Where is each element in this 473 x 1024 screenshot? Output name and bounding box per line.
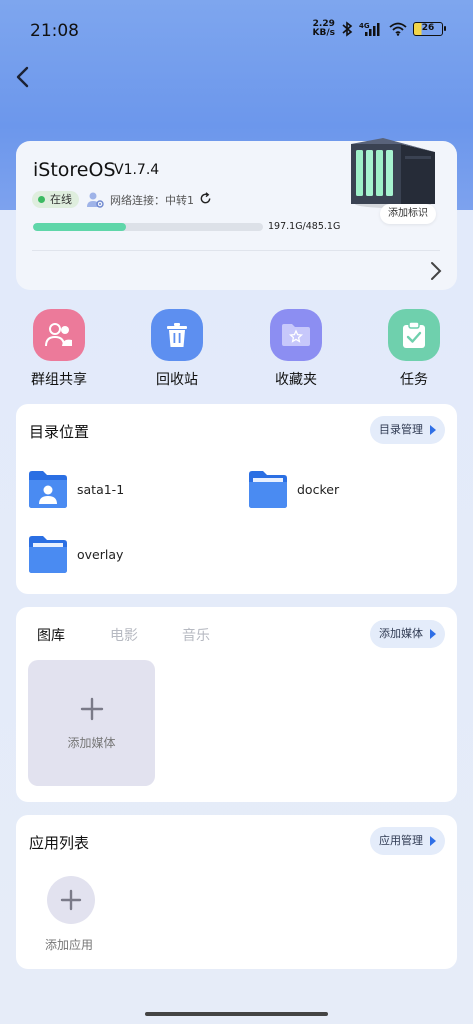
apps-title: 应用列表 — [29, 834, 90, 852]
trash-icon — [151, 309, 203, 361]
tab-gallery[interactable]: 图库 — [37, 625, 65, 645]
add-tag-button[interactable]: 添加标识 — [380, 204, 436, 224]
task-clipboard-icon — [388, 309, 440, 361]
quick-action-group-share[interactable]: 群组共享 — [19, 309, 99, 389]
quick-action-label: 任务 — [400, 372, 428, 388]
apps-section: 应用列表 应用管理 添加应用 — [16, 815, 457, 969]
home-indicator[interactable] — [145, 1012, 328, 1016]
quick-action-label: 回收站 — [156, 372, 198, 388]
directory-title: 目录位置 — [29, 423, 90, 441]
triangle-right-icon — [430, 836, 436, 846]
directory-label: docker — [297, 481, 340, 497]
add-app-button[interactable] — [47, 876, 95, 924]
plus-icon — [60, 889, 82, 911]
group-share-icon — [33, 309, 85, 361]
status-icons: 2.29 KB/s 4G 26 — [313, 20, 446, 38]
folder-icon — [249, 471, 287, 508]
triangle-right-icon — [430, 629, 436, 639]
directory-label: overlay — [77, 546, 124, 562]
device-name: iStoreOS — [33, 159, 116, 181]
directory-manage-button[interactable]: 目录管理 — [370, 416, 445, 444]
user-folder-icon — [29, 471, 67, 508]
directory-item-sata1-1[interactable]: sata1-1 — [28, 469, 124, 509]
net-speed: 2.29 KB/s — [313, 20, 335, 38]
quick-action-favorites[interactable]: 收藏夹 — [256, 309, 336, 389]
net-speed-unit: KB/s — [312, 28, 335, 38]
add-media-button-label: 添加媒体 — [379, 627, 423, 640]
storage-progress-bar — [33, 223, 263, 231]
favorites-folder-icon — [270, 309, 322, 361]
chevron-right-icon[interactable] — [429, 260, 443, 282]
network-connection-text: 网络连接：中转1 — [110, 194, 194, 207]
signal-icon: 4G — [359, 22, 380, 36]
storage-usage-text: 197.1G/485.1G — [268, 221, 341, 232]
quick-action-label: 收藏夹 — [275, 372, 317, 388]
add-app-label: 添加应用 — [45, 938, 94, 952]
quick-action-trash[interactable]: 回收站 — [137, 309, 217, 389]
folder-icon — [29, 536, 67, 573]
add-media-tile-label: 添加媒体 — [67, 736, 116, 750]
status-time: 21:08 — [30, 21, 79, 41]
directory-item-overlay[interactable]: overlay — [28, 534, 123, 574]
device-card[interactable]: iStoreOS V1.7.4 在线 网络连接：中转1 197.1G/485.1… — [16, 138, 457, 290]
signal-label: 4G — [359, 22, 370, 30]
triangle-right-icon — [430, 425, 436, 435]
directory-item-docker[interactable]: docker — [248, 469, 339, 509]
user-settings-icon[interactable] — [86, 191, 104, 208]
status-bar: 21:08 2.29 KB/s 4G 26 — [0, 0, 473, 62]
tab-music[interactable]: 音乐 — [182, 625, 210, 645]
media-section: 图库 电影 音乐 添加媒体 添加媒体 — [16, 607, 457, 802]
refresh-icon[interactable] — [199, 192, 212, 205]
online-status-label: 在线 — [50, 193, 72, 206]
apps-manage-label: 应用管理 — [379, 834, 423, 847]
wifi-icon — [389, 22, 407, 36]
online-status-badge: 在线 — [32, 191, 79, 208]
quick-actions: 群组共享 回收站 收藏夹 任务 — [0, 309, 473, 389]
quick-action-task[interactable]: 任务 — [374, 309, 454, 389]
apps-manage-button[interactable]: 应用管理 — [370, 827, 445, 855]
online-dot — [38, 196, 45, 203]
tab-movies[interactable]: 电影 — [110, 625, 138, 645]
back-arrow-icon[interactable] — [12, 62, 36, 92]
directory-section: 目录位置 目录管理 sata1-1 docker overlay — [16, 404, 457, 594]
add-media-button[interactable]: 添加媒体 — [370, 620, 445, 648]
bluetooth-icon — [342, 21, 353, 37]
directory-manage-label: 目录管理 — [379, 423, 423, 436]
card-divider — [32, 250, 440, 251]
device-version: V1.7.4 — [114, 162, 160, 178]
storage-progress-fill — [33, 223, 127, 231]
battery-icon: 26 — [413, 22, 446, 36]
directory-label: sata1-1 — [77, 481, 125, 497]
server-device-icon — [351, 138, 435, 208]
quick-action-label: 群组共享 — [31, 372, 87, 388]
add-media-tile[interactable]: 添加媒体 — [28, 660, 155, 786]
plus-icon — [80, 697, 103, 721]
